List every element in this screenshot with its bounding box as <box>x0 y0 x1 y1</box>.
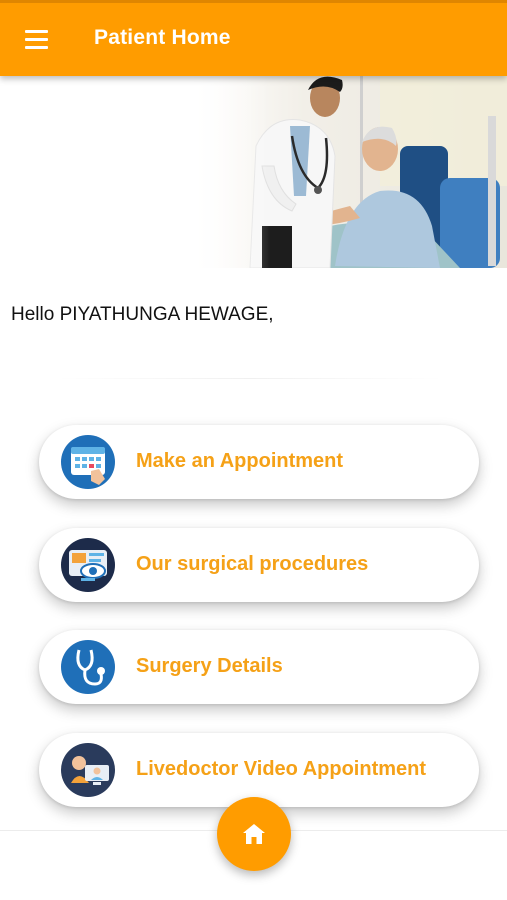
surgery-details-button[interactable]: Surgery Details <box>39 630 479 704</box>
make-appointment-button[interactable]: Make an Appointment <box>39 425 479 499</box>
app-bar: Patient Home <box>0 0 507 76</box>
make-appointment-label: Make an Appointment <box>136 450 344 472</box>
page-title: Patient Home <box>94 26 231 49</box>
surgery-details-label: Surgery Details <box>136 655 283 677</box>
surgical-procedures-button[interactable]: Our surgical procedures <box>39 528 479 602</box>
divider <box>55 378 445 379</box>
status-edge <box>0 0 507 3</box>
video-appointment-button[interactable]: Livedoctor Video Appointment <box>39 733 479 807</box>
home-button[interactable] <box>217 797 291 871</box>
doctor-with-elderly-patient-photo <box>0 76 507 268</box>
calendar-appointment-icon <box>61 435 115 489</box>
patient-home-screen: Patient Home Hello PIYATHUNGA HEWAGE, Ma… <box>0 0 507 900</box>
doctor-video-call-icon <box>61 743 115 797</box>
video-appointment-label: Livedoctor Video Appointment <box>136 758 427 780</box>
surgical-procedures-label: Our surgical procedures <box>136 553 369 575</box>
home-icon <box>243 824 265 844</box>
stethoscope-icon <box>61 640 115 694</box>
hero-image <box>0 76 507 268</box>
medical-monitor-eye-icon <box>61 538 115 592</box>
greeting-text: Hello PIYATHUNGA HEWAGE, <box>11 304 274 325</box>
hamburger-menu-icon[interactable] <box>14 20 58 60</box>
